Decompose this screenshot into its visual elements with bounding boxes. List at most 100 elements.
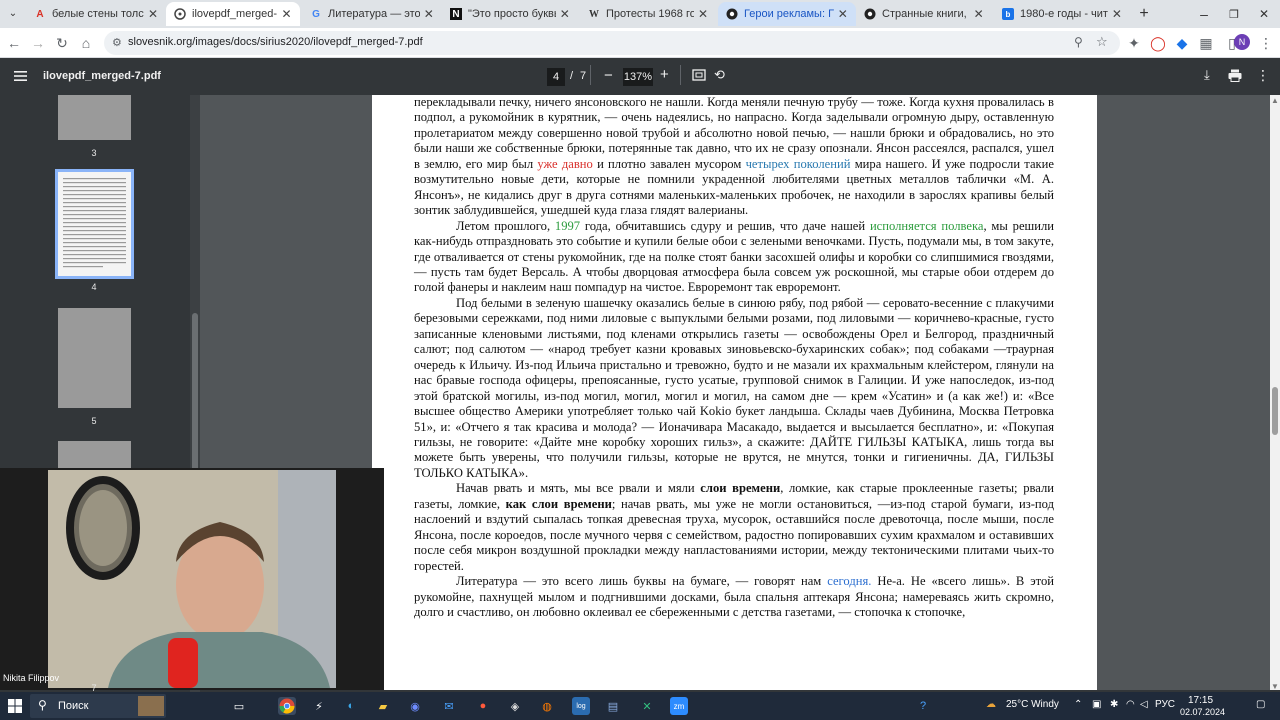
divider xyxy=(590,65,591,85)
minimize-icon[interactable]: – xyxy=(1194,4,1214,24)
tray-icon[interactable]: ▣ xyxy=(1092,699,1101,710)
search-icon: ⚲ xyxy=(38,698,47,712)
tab-4[interactable]: N "Это просто буквы на б ✕ xyxy=(442,2,578,26)
tab-2-active[interactable]: ilovepdf_merged-7.pdf ✕ xyxy=(166,2,300,26)
app-taskbar-icon[interactable]: ◉ xyxy=(406,697,424,715)
thumbnail-page[interactable] xyxy=(58,95,131,140)
url-text[interactable]: slovesnik.org/images/docs/sirius2020/ilo… xyxy=(128,36,423,48)
zoom-icon[interactable]: ⚲ xyxy=(1074,35,1083,49)
tab-5[interactable]: W Протесты 1968 года — В ✕ xyxy=(580,2,716,26)
volume-icon[interactable]: ◁ xyxy=(1140,699,1148,710)
close-icon[interactable]: ✕ xyxy=(148,7,158,21)
search-highlight-image xyxy=(138,696,164,716)
extension-icon[interactable]: ✦ xyxy=(1124,33,1144,53)
help-taskbar-icon[interactable]: ? xyxy=(914,697,932,715)
wifi-icon[interactable]: ◠ xyxy=(1126,699,1135,710)
tab-7[interactable]: Странные книги, котор ✕ xyxy=(856,2,992,26)
notifications-icon[interactable]: ▢ xyxy=(1256,699,1265,710)
download-icon[interactable]: ⤓ xyxy=(1204,67,1210,83)
document-scroll-thumb[interactable] xyxy=(1272,387,1278,435)
app-taskbar-icon[interactable]: log xyxy=(572,697,590,715)
close-icon[interactable]: ✕ xyxy=(424,7,434,21)
tab-title: "Это просто буквы на б xyxy=(468,8,556,20)
page-number-input[interactable]: 4 xyxy=(547,68,565,86)
pdf-icon: A xyxy=(36,8,44,20)
app-taskbar-icon[interactable]: ▤ xyxy=(604,697,622,715)
opera-icon[interactable]: ◯ xyxy=(1148,33,1168,53)
home-icon[interactable]: ⌂ xyxy=(76,33,96,53)
clock-date[interactable]: 02.07.2024 xyxy=(1180,707,1225,717)
menu-hamburger-icon[interactable] xyxy=(12,68,30,84)
browser-toolbar: ← → ↻ ⌂ ⚙ slovesnik.org/images/docs/siri… xyxy=(0,28,1280,58)
page-text: перекладывали печку, ничего янсоновского… xyxy=(414,95,1054,620)
app-taskbar-icon[interactable]: ◈ xyxy=(506,697,524,715)
excel-taskbar-icon[interactable]: ✕ xyxy=(638,697,656,715)
app-taskbar-icon[interactable]: ⚡ xyxy=(310,697,328,715)
puzzle-icon[interactable]: ▦ xyxy=(1196,33,1216,53)
address-bar[interactable]: ⚙ slovesnik.org/images/docs/sirius2020/i… xyxy=(104,31,1120,55)
participant-name: Nikita Filippov xyxy=(3,673,60,683)
chrome-taskbar-icon[interactable] xyxy=(278,697,296,715)
chrome-icon xyxy=(864,8,876,20)
language-indicator[interactable]: РУС xyxy=(1155,699,1175,710)
explorer-taskbar-icon[interactable]: ▰ xyxy=(374,697,392,715)
fit-page-icon[interactable] xyxy=(692,68,706,82)
more-options-icon[interactable]: ⋮ xyxy=(1256,67,1270,84)
close-icon[interactable]: ✕ xyxy=(560,7,570,21)
app-taskbar-icon[interactable]: ● xyxy=(474,697,492,715)
google-icon: G xyxy=(312,8,320,20)
taskbar-search[interactable]: ⚲ Поиск xyxy=(30,694,166,718)
zoom-taskbar-icon[interactable]: zm xyxy=(670,697,688,715)
thumbnail-page[interactable] xyxy=(58,308,131,408)
scroll-up-icon[interactable]: ▲ xyxy=(1271,96,1279,105)
paragraph: Литература — это всего лишь буквы на бум… xyxy=(414,574,1054,620)
menu-dots-icon[interactable]: ⋮ xyxy=(1256,33,1276,53)
reload-icon[interactable]: ↻ xyxy=(52,33,72,53)
tab-3[interactable]: G Литература — это всего ✕ xyxy=(302,2,442,26)
new-tab-icon[interactable]: + xyxy=(1134,4,1154,24)
firefox-taskbar-icon[interactable]: ◍ xyxy=(538,697,556,715)
bookmark-star-icon[interactable]: ☆ xyxy=(1096,34,1108,50)
thumbnail-page-selected[interactable] xyxy=(55,169,134,279)
wikipedia-icon: W xyxy=(589,8,599,20)
close-icon[interactable]: ✕ xyxy=(838,7,848,21)
close-icon[interactable]: ✕ xyxy=(1112,7,1122,21)
text-span: Литература — это всего лишь буквы на бум… xyxy=(456,574,828,589)
edge-taskbar-icon[interactable]: ◐ xyxy=(342,697,360,715)
profile-avatar[interactable]: N xyxy=(1234,34,1250,50)
back-icon[interactable]: ← xyxy=(4,33,24,53)
print-icon[interactable] xyxy=(1228,69,1242,82)
close-icon[interactable]: ✕ xyxy=(973,7,984,21)
weather-text[interactable]: 25°C Windy xyxy=(1006,699,1059,710)
zoom-out-icon[interactable]: − xyxy=(604,67,613,84)
site-info-icon[interactable]: ⚙ xyxy=(112,36,122,49)
text-span: Начав рвать и мять, мы все рвали и мяли xyxy=(456,481,701,496)
tray-chevron-icon[interactable]: ⌃ xyxy=(1074,699,1082,710)
rotate-icon[interactable]: ⟲ xyxy=(714,67,725,83)
page-separator: / xyxy=(570,70,574,82)
bluetooth-icon[interactable]: ✱ xyxy=(1110,699,1118,710)
tab-1[interactable]: A белые стены толстая - Go ✕ xyxy=(26,2,166,26)
clock-time[interactable]: 17:15 xyxy=(1188,695,1213,706)
close-icon[interactable]: ✕ xyxy=(281,7,292,21)
forward-icon[interactable]: → xyxy=(28,33,48,53)
thumbnail-page[interactable] xyxy=(58,441,131,471)
tab-6[interactable]: Герои рекламы: Гильзы ✕ xyxy=(718,2,856,26)
tab-title: Протесты 1968 года — В xyxy=(606,8,694,20)
mail-taskbar-icon[interactable]: ✉ xyxy=(440,697,458,715)
close-icon[interactable]: ✕ xyxy=(698,7,708,21)
task-view-icon[interactable]: ▭ xyxy=(230,697,248,715)
zoom-in-icon[interactable]: + xyxy=(660,66,669,83)
chrome-icon xyxy=(726,8,738,20)
sidebar-scroll-thumb[interactable] xyxy=(192,313,198,473)
zoom-level-input[interactable]: 137% xyxy=(623,68,653,86)
restore-icon[interactable]: ❐ xyxy=(1224,4,1244,24)
pdf-filename: ilovepdf_merged-7.pdf xyxy=(43,70,161,82)
bold-phrase: слои времени xyxy=(700,481,781,496)
tab-search-icon[interactable]: ⌄ xyxy=(4,4,22,22)
windows-start-icon[interactable] xyxy=(6,697,24,715)
scroll-down-icon[interactable]: ▼ xyxy=(1271,682,1279,691)
translate-icon[interactable]: ◆ xyxy=(1172,33,1192,53)
window-close-icon[interactable]: ✕ xyxy=(1254,4,1274,24)
tab-8[interactable]: b 1980-е годы - читайте б ✕ xyxy=(994,2,1130,26)
